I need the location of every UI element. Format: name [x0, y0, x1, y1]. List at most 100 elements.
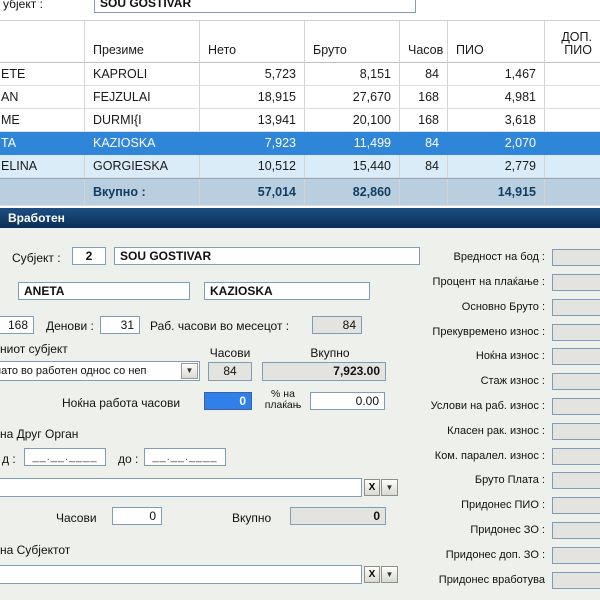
field-label: Придонес ПИО : [365, 499, 545, 511]
header-pio: ПИО [448, 21, 545, 63]
cell-name: AN [0, 86, 85, 109]
table-row-selected[interactable]: TA KAZIOSKA 7,923 11,499 84 2,070 [0, 132, 600, 155]
total-empty [0, 179, 85, 206]
cell-dop [545, 109, 600, 132]
cell-surname: GORGIESKA [85, 155, 200, 178]
right-field-row: Стаж износ : [0, 373, 600, 391]
table-row[interactable]: AN FEJZULAI 18,915 27,670 168 4,981 [0, 86, 600, 109]
cell-surname: FEJZULAI [85, 86, 200, 109]
section-header-bar: Вработен [0, 208, 600, 228]
field-label: Бруто Плата : [365, 474, 545, 486]
total-dop-empty [545, 179, 600, 206]
cell-surname: KAZIOSKA [85, 132, 200, 155]
field-label: Процент на плаќање : [365, 276, 545, 288]
header-name [0, 21, 85, 63]
field-label: Услови на раб. износ : [365, 400, 545, 412]
total-bruto: 82,860 [305, 179, 400, 206]
right-field-row: Прекувремено износ : [0, 324, 600, 342]
cell-neto: 10,512 [200, 155, 305, 178]
value-field[interactable] [552, 348, 600, 365]
top-subject-strip: убјект : SOU GOSTIVAR [0, 0, 600, 20]
cell-hours: 84 [400, 63, 448, 86]
field-label: Придонес ЗО : [365, 524, 545, 536]
right-field-row: Услови на раб. износ : [0, 398, 600, 416]
value-field[interactable] [552, 299, 600, 316]
header-dop-line2: ПИО [564, 44, 592, 57]
right-field-row: Придонес ЗО : [0, 522, 600, 540]
cell-neto: 7,923 [200, 132, 305, 155]
cell-pio: 2,779 [448, 155, 545, 178]
right-field-row: Процент на плаќање : [0, 274, 600, 292]
cell-name: ETE [0, 63, 85, 86]
field-label: Ком. паралел. износ : [365, 450, 545, 462]
cell-neto: 13,941 [200, 109, 305, 132]
field-label: Ноќна износ : [365, 350, 545, 362]
cell-bruto: 15,440 [305, 155, 400, 178]
value-field[interactable] [552, 324, 600, 341]
top-subject-field[interactable]: SOU GOSTIVAR [94, 0, 416, 13]
cell-pio: 1,467 [448, 63, 545, 86]
payroll-app-window: убјект : SOU GOSTIVAR Презиме Нето Бруто… [0, 0, 600, 600]
cell-dop [545, 132, 600, 155]
right-field-row: Класен рак. износ : [0, 423, 600, 441]
value-field[interactable] [552, 522, 600, 539]
field-label: Вредност на бод : [365, 251, 545, 263]
field-label: Основно Бруто : [365, 301, 545, 313]
value-field[interactable] [552, 423, 600, 440]
header-neto: Нето [200, 21, 305, 63]
right-field-row: Придонес вработува [0, 572, 600, 590]
total-pio: 14,915 [448, 179, 545, 206]
cell-surname: DURMI{I [85, 109, 200, 132]
table-row[interactable]: ME DURMI{I 13,941 20,100 168 3,618 [0, 109, 600, 132]
cell-pio: 2,070 [448, 132, 545, 155]
cell-dop [545, 63, 600, 86]
cell-bruto: 27,670 [305, 86, 400, 109]
cell-hours: 84 [400, 155, 448, 178]
value-field[interactable] [552, 448, 600, 465]
value-field[interactable] [552, 572, 600, 589]
cell-bruto: 11,499 [305, 132, 400, 155]
value-field[interactable] [552, 398, 600, 415]
cell-pio: 4,981 [448, 86, 545, 109]
cell-dop [545, 86, 600, 109]
cell-hours: 168 [400, 86, 448, 109]
top-subject-label: убјект : [3, 0, 43, 11]
right-field-row: Основно Бруто : [0, 299, 600, 317]
table-header-row: Презиме Нето Бруто Часов ПИО ДОП. ПИО [0, 21, 600, 63]
field-label: Стаж износ : [365, 375, 545, 387]
value-field[interactable] [552, 472, 600, 489]
field-label: Класен рак. износ : [365, 425, 545, 437]
value-field[interactable] [552, 497, 600, 514]
employee-table: Презиме Нето Бруто Часов ПИО ДОП. ПИО ET… [0, 20, 600, 205]
cell-name: ME [0, 109, 85, 132]
total-hours-empty [400, 179, 448, 206]
cell-dop [545, 155, 600, 178]
cell-pio: 3,618 [448, 109, 545, 132]
cell-surname: KAPROLI [85, 63, 200, 86]
cell-name: TA [0, 132, 85, 155]
value-field[interactable] [552, 373, 600, 390]
value-field[interactable] [552, 547, 600, 564]
right-field-row: Бруто Плата : [0, 472, 600, 490]
table-row[interactable]: ELINA GORGIESKA 10,512 15,440 84 2,779 [0, 155, 600, 178]
total-label: Вкупно : [85, 179, 200, 206]
cell-bruto: 20,100 [305, 109, 400, 132]
right-field-row: Ком. паралел. износ : [0, 448, 600, 466]
header-dop-pio: ДОП. ПИО [545, 21, 600, 63]
table-row[interactable]: ETE KAPROLI 5,723 8,151 84 1,467 [0, 63, 600, 86]
cell-hours: 168 [400, 109, 448, 132]
cell-bruto: 8,151 [305, 63, 400, 86]
cell-name: ELINA [0, 155, 85, 178]
header-surname: Презиме [85, 21, 200, 63]
cell-hours: 84 [400, 132, 448, 155]
value-field[interactable] [552, 274, 600, 291]
header-hours: Часов [400, 21, 448, 63]
total-neto: 57,014 [200, 179, 305, 206]
header-bruto: Бруто [305, 21, 400, 63]
value-field[interactable] [552, 249, 600, 266]
employee-detail-form: Субјект : 2 SOU GOSTIVAR ANETA KAZIOSKA … [0, 228, 600, 600]
field-label: Придонес вработува [365, 574, 545, 586]
cell-neto: 18,915 [200, 86, 305, 109]
right-field-row: Вредност на бод : [0, 249, 600, 267]
table-total-row: Вкупно : 57,014 82,860 14,915 [0, 178, 600, 206]
